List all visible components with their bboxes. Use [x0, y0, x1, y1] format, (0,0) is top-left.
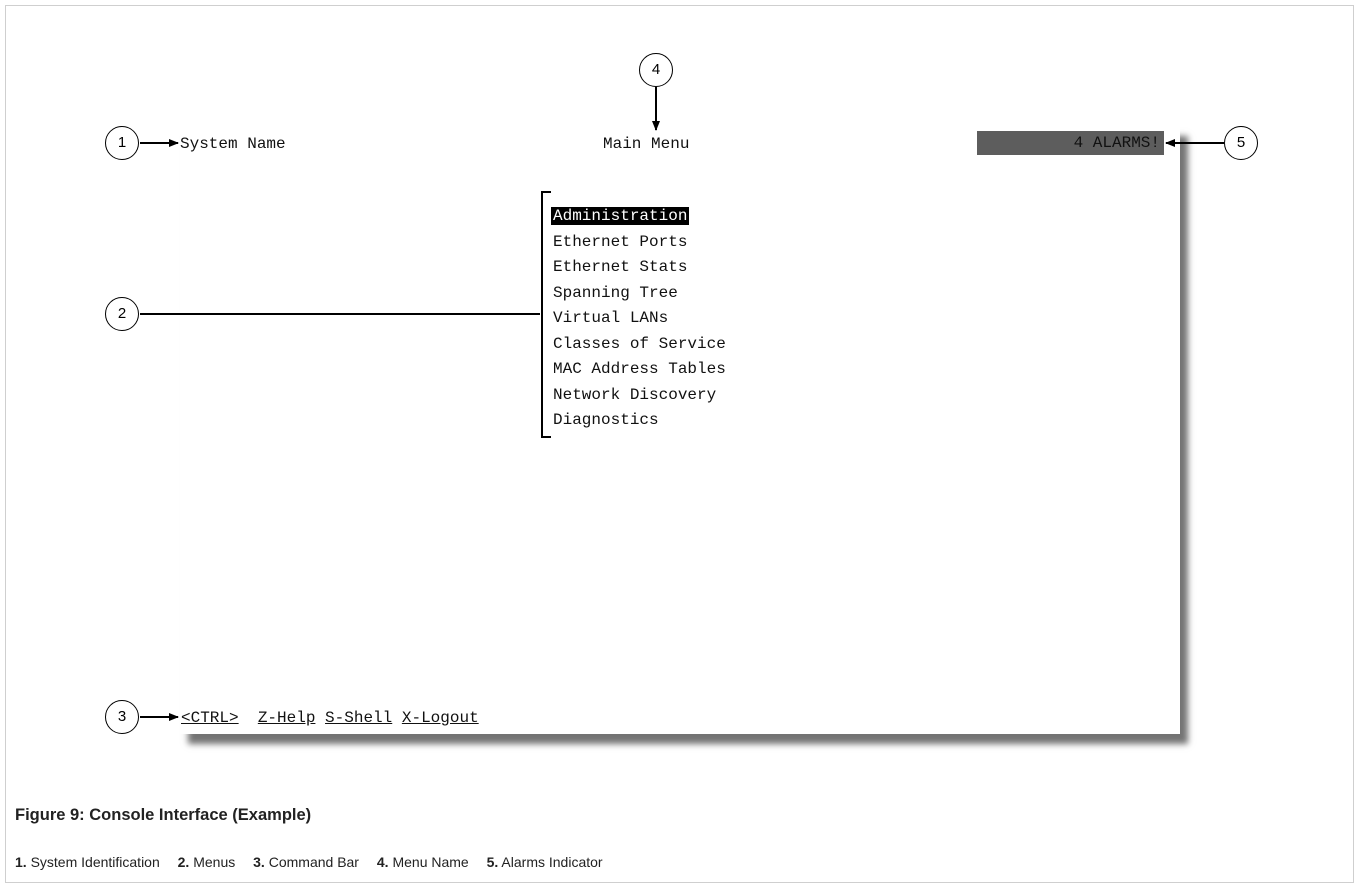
callout-1: 1 — [105, 126, 139, 160]
legend-entry-1: 1. System Identification — [15, 854, 160, 870]
figure-caption: Figure 9: Console Interface (Example) — [15, 806, 312, 824]
callout-2: 2 — [105, 297, 139, 331]
callout-5: 5 — [1224, 126, 1258, 160]
legend-entry-4: 4. Menu Name — [376, 854, 469, 870]
legend-entry-5: 5. Alarms Indicator — [486, 854, 603, 870]
legend-entry-3: 3. Command Bar — [253, 854, 359, 870]
callout-3: 3 — [105, 700, 139, 734]
figure-legend: 1. System Identification 2. Menus 3. Com… — [15, 854, 617, 870]
callout-4: 4 — [639, 53, 673, 87]
callout-lines — [140, 87, 1224, 721]
legend-entry-2: 2. Menus — [177, 854, 236, 870]
